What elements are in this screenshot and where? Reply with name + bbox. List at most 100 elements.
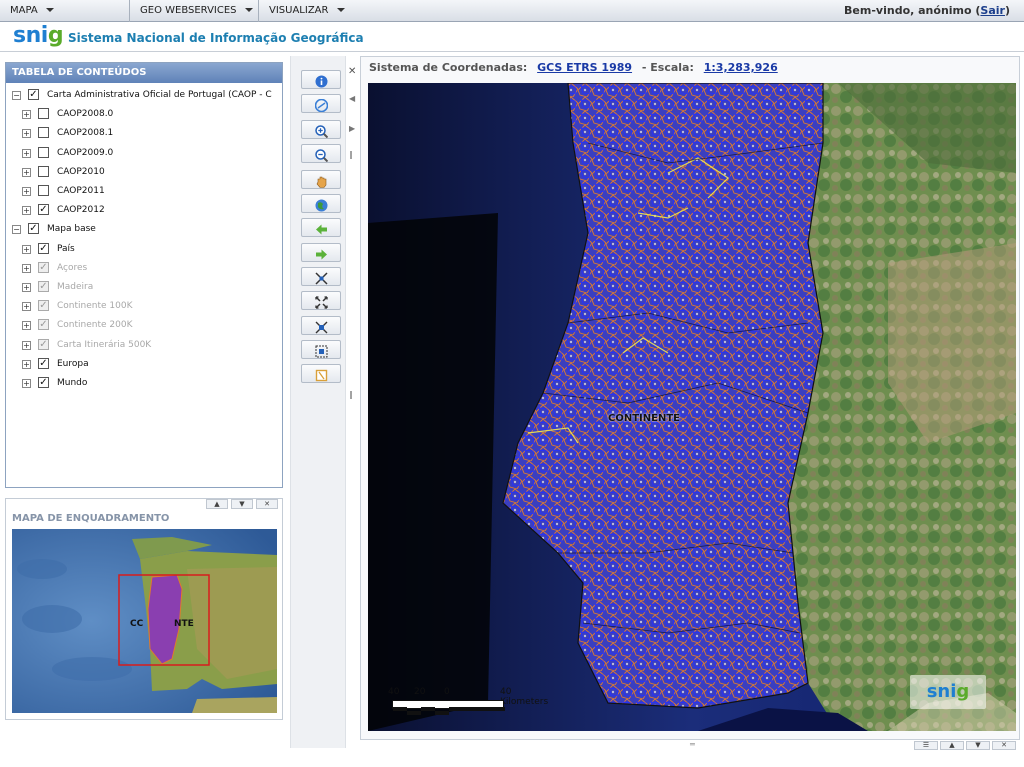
expand-icon[interactable]: +	[22, 148, 31, 158]
toolbar-close-icon[interactable]: ✕	[348, 66, 356, 77]
layer-label[interactable]: Carta Itinerária 500K	[57, 337, 151, 353]
layer-label[interactable]: Carta Administrativa Oficial de Portugal…	[47, 87, 272, 103]
layer-label[interactable]: Europa	[57, 356, 89, 372]
layer-checkbox[interactable]: ✓	[28, 223, 39, 235]
overview-map[interactable]: CC NTE	[12, 529, 277, 713]
layer-checkbox[interactable]	[38, 165, 49, 177]
welcome-text: Bem-vindo, anónimo	[844, 4, 972, 17]
layer-label[interactable]: CAOP2010	[57, 164, 105, 180]
layer-checkbox[interactable]	[38, 108, 49, 120]
zoom-out-button[interactable]	[301, 144, 341, 163]
expand-icon[interactable]: +	[22, 340, 31, 350]
top-menu-bar: MAPA GEO WEBSERVICES VISUALIZAR Bem-vind…	[0, 0, 1024, 22]
menu-visualizar[interactable]: VISUALIZAR	[259, 0, 349, 22]
tree-row: + ✓ Mundo	[6, 375, 282, 391]
layer-checkbox[interactable]	[38, 146, 49, 158]
expand-icon[interactable]: +	[22, 129, 31, 139]
expand-icon[interactable]: +	[22, 187, 31, 196]
expand-icon[interactable]: +	[22, 263, 31, 273]
layer-checkbox[interactable]	[38, 185, 49, 196]
zoom-to-layer-out-button[interactable]	[301, 291, 341, 310]
zoom-box-icon	[315, 343, 328, 358]
layer-checkbox[interactable]: ✓	[28, 89, 39, 100]
coordinate-bar: Sistema de Coordenadas: GCS ETRS 1989 - …	[369, 61, 784, 74]
tree-row: + ✓ CAOP2012	[6, 202, 282, 218]
layer-label[interactable]: CAOP2008.1	[57, 125, 113, 141]
snig-logo[interactable]: snig	[13, 23, 64, 48]
layer-checkbox[interactable]	[38, 127, 49, 139]
collapse-icon[interactable]: −	[12, 91, 21, 100]
splitter-grip-icon[interactable]: ═	[690, 740, 695, 749]
welcome-message: Bem-vindo, anónimo (Sair)	[844, 4, 1010, 17]
zoom-full-extent-button[interactable]	[301, 316, 341, 335]
logout-link[interactable]: Sair	[980, 4, 1005, 17]
expand-icon[interactable]: +	[22, 110, 31, 120]
coord-system-label: Sistema de Coordenadas:	[369, 61, 528, 74]
globe-button[interactable]	[301, 194, 341, 213]
layer-checkbox: ✓	[38, 338, 49, 350]
layer-label[interactable]: CAOP2012	[57, 202, 105, 218]
panel-close-button[interactable]: ✕	[992, 741, 1016, 750]
collapse-icon[interactable]: −	[12, 225, 21, 235]
menu-mapa[interactable]: MAPA	[0, 0, 130, 22]
overview-collapse-button[interactable]: ▲	[206, 499, 228, 509]
layer-checkbox[interactable]: ✓	[38, 377, 49, 388]
region-label: CONTINENTE	[608, 413, 680, 424]
layer-checkbox[interactable]: ✓	[38, 204, 49, 216]
splitter-grip-icon[interactable]: ‖	[349, 390, 353, 399]
snig-watermark: snig	[910, 675, 986, 709]
expand-icon[interactable]: +	[22, 321, 31, 331]
panel-up-button[interactable]: ▲	[940, 741, 964, 750]
info-button[interactable]	[301, 70, 341, 89]
layer-label[interactable]: CAOP2009.0	[57, 145, 113, 161]
map-toolbar	[290, 56, 346, 748]
expand-icon[interactable]: +	[22, 283, 31, 292]
tree-row: + CAOP2010	[6, 164, 282, 180]
expand-icon[interactable]: +	[22, 359, 31, 369]
layer-label[interactable]: Açores	[57, 260, 87, 276]
menu-geo-webservices[interactable]: GEO WEBSERVICES	[130, 0, 259, 22]
back-arrow-icon	[315, 221, 328, 235]
layer-checkbox[interactable]: ✓	[38, 357, 49, 369]
expand-icon[interactable]: +	[22, 244, 31, 254]
expand-icon[interactable]: +	[22, 167, 31, 177]
zoom-in-button[interactable]	[301, 120, 341, 139]
layer-label[interactable]: CAOP2008.0	[57, 106, 113, 122]
layer-label[interactable]: Mundo	[57, 375, 87, 391]
expand-icon[interactable]: +	[22, 206, 31, 216]
forward-arrow-button[interactable]	[301, 243, 341, 262]
satellite-map	[368, 83, 1016, 731]
panel-down-button[interactable]: ▼	[966, 741, 990, 750]
layer-label[interactable]: Continente 200K	[57, 317, 132, 333]
zoom-to-layer-in-button[interactable]	[301, 267, 341, 286]
layer-label[interactable]: Mapa base	[47, 221, 96, 237]
layer-checkbox[interactable]: ✓	[38, 242, 49, 254]
tree-row: + ✓ Continente 100K	[6, 298, 282, 314]
pan-hand-button[interactable]	[301, 170, 341, 189]
toolbar-arrow-right-icon[interactable]: ▶	[349, 124, 355, 133]
pan-hand-icon	[315, 173, 328, 188]
tree-row: + CAOP2011	[6, 183, 282, 199]
tree-row: + CAOP2009.0	[6, 145, 282, 161]
overview-close-button[interactable]: ✕	[256, 499, 278, 509]
toolbar-grip-icon[interactable]: ‖	[349, 150, 353, 159]
layer-label[interactable]: Madeira	[57, 279, 93, 295]
zoom-box-button[interactable]	[301, 340, 341, 359]
back-arrow-button[interactable]	[301, 218, 341, 237]
toolbar-arrow-left-icon[interactable]: ◀	[349, 94, 355, 103]
coord-system-link[interactable]: GCS ETRS 1989	[537, 61, 632, 74]
layer-label[interactable]: Continente 100K	[57, 298, 132, 314]
layer-label[interactable]: CAOP2011	[57, 183, 105, 199]
layer-label[interactable]: País	[57, 241, 75, 257]
map-view[interactable]: CONTINENTE 40 20 0 40 Kilometers snig	[368, 83, 1016, 731]
measure-button[interactable]	[301, 94, 341, 113]
expand-icon[interactable]: +	[22, 302, 31, 312]
clear-button[interactable]	[301, 364, 341, 383]
overview-map-panel: ▲ ▼ ✕ MAPA DE ENQUADRAMENTO CC NTE	[5, 498, 283, 720]
overview-expand-button[interactable]: ▼	[231, 499, 253, 509]
scale-link[interactable]: 1:3,283,926	[704, 61, 778, 74]
panel-menu-button[interactable]: ☰	[914, 741, 938, 750]
expand-icon[interactable]: +	[22, 379, 31, 388]
menu-visualizar-label: VISUALIZAR	[269, 5, 329, 16]
scalebar-tick-3: 0	[444, 687, 450, 697]
